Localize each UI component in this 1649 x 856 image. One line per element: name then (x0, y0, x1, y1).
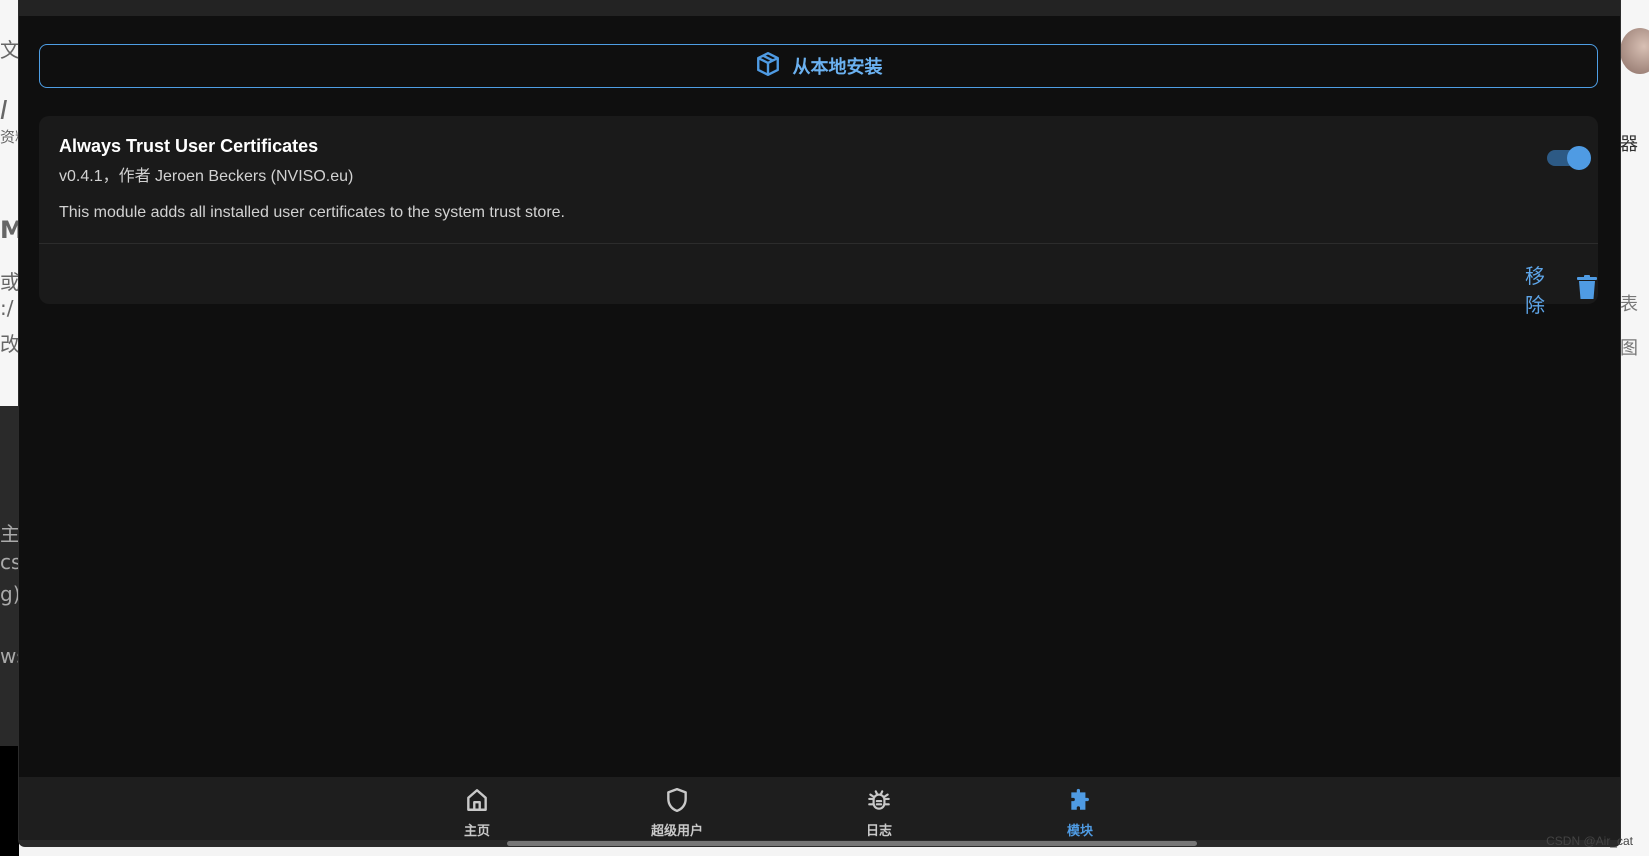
scrollbar-thumb[interactable] (507, 841, 1197, 846)
nav-label: 模块 (1066, 824, 1093, 839)
toggle-thumb (1567, 146, 1591, 170)
bg-text: 资料 (0, 128, 19, 146)
background-page-left: 文章 I 资料 M 或 :/ 改 主 cs g) ws (0, 0, 19, 856)
nav-label: 主页 (463, 824, 490, 839)
bg-text: 或 (0, 270, 19, 294)
bg-text: 文章 (0, 38, 19, 62)
bg-text: 表 (1620, 294, 1638, 315)
app-window: 从本地安装 Always Trust User Certificates v0.… (19, 0, 1620, 846)
bg-text: I (0, 96, 8, 126)
install-button-label: 从本地安装 (792, 57, 883, 78)
top-bar (19, 0, 1620, 16)
nav-item-logs[interactable]: 日志 (834, 787, 924, 839)
watermark: CSDN @Air_cat (1546, 834, 1633, 848)
nav-item-home[interactable]: 主页 (432, 787, 522, 839)
nav-item-modules[interactable]: 模块 (1035, 787, 1125, 839)
bg-text: 图 (1620, 338, 1638, 359)
bug-icon (866, 787, 892, 817)
bg-text: 主 (0, 522, 19, 546)
nav-label: 日志 (865, 824, 892, 839)
bg-text: 改 (0, 332, 19, 356)
install-from-local-button[interactable]: 从本地安装 (39, 44, 1598, 88)
bottom-navigation: 主页 超级用户 日志 模块 (19, 777, 1620, 846)
nav-item-superuser[interactable]: 超级用户 (632, 787, 722, 839)
home-icon (464, 787, 490, 817)
nav-label: 超级用户 (650, 824, 703, 839)
module-enable-toggle[interactable] (1547, 146, 1591, 170)
bg-text: :/ (0, 296, 14, 320)
bg-dark-panel (0, 406, 19, 746)
module-description: This module adds all installed user cert… (59, 204, 565, 221)
bg-text: M (0, 216, 19, 244)
puzzle-icon (1067, 787, 1093, 817)
package-icon (755, 51, 781, 82)
bg-dark-panel (0, 746, 19, 856)
bg-text: g) (0, 582, 19, 606)
bg-text: 器 (1620, 134, 1638, 155)
trash-icon (1576, 274, 1598, 304)
module-title: Always Trust User Certificates (59, 136, 319, 156)
module-version-author: v0.4.1，作者 Jeroen Beckers (NVISO.eu) (59, 168, 354, 185)
background-page-right: 器 表 图 (1620, 0, 1649, 856)
shield-icon (664, 787, 690, 817)
bg-text: ws (0, 644, 19, 668)
remove-button-label: 移除 (1525, 264, 1545, 317)
module-card: Always Trust User Certificates v0.4.1，作者… (39, 116, 1598, 317)
card-divider (39, 243, 1598, 244)
bg-text: cs (0, 550, 19, 574)
remove-module-button[interactable]: 移除 (1525, 260, 1598, 318)
